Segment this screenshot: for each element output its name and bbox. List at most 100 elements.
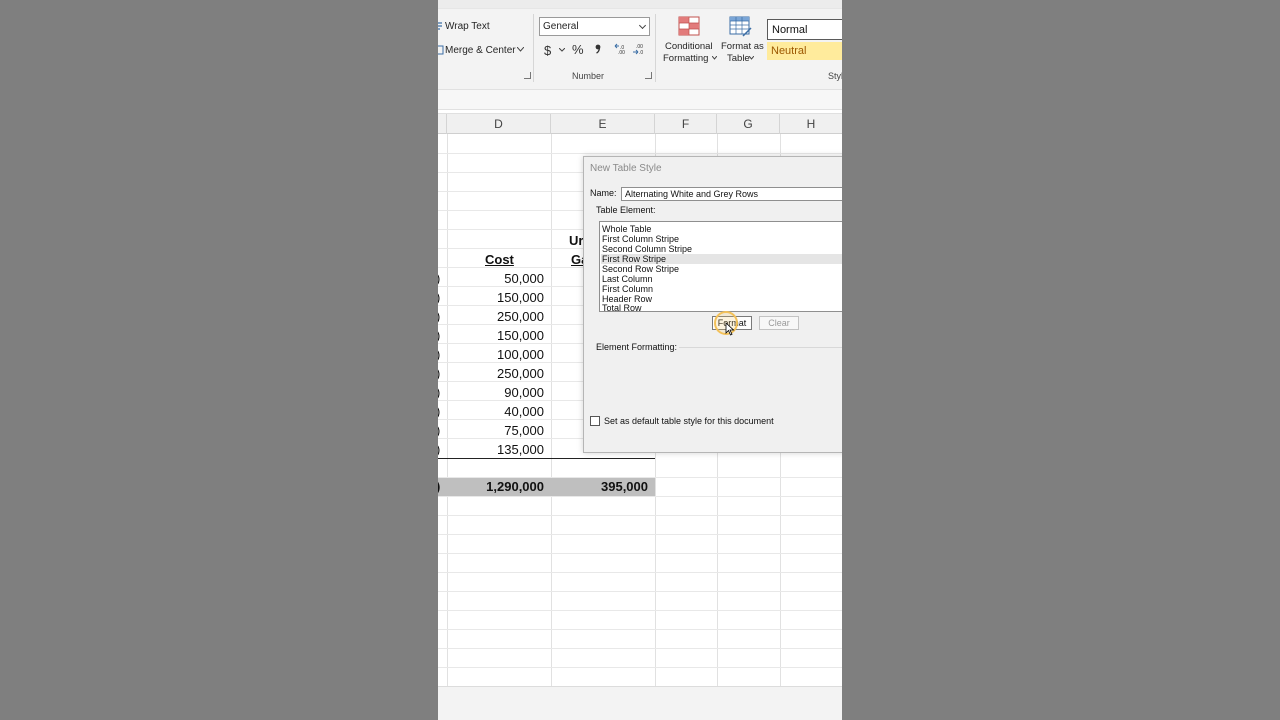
- gridline: [438, 610, 842, 611]
- cut-off-cell[interactable]: ): [438, 309, 440, 324]
- gridline: [438, 534, 842, 535]
- ribbon-tab-strip: [438, 0, 842, 9]
- cost-cell[interactable]: 135,000: [447, 442, 544, 457]
- cost-cell[interactable]: 40,000: [447, 404, 544, 419]
- cost-cell[interactable]: 250,000: [447, 309, 544, 324]
- cell-style-normal-label: Normal: [772, 24, 808, 36]
- column-header-d[interactable]: D: [447, 114, 551, 134]
- chevron-down-icon[interactable]: [559, 48, 565, 52]
- column-header-h[interactable]: H: [780, 114, 842, 134]
- wrap-text-button[interactable]: Wrap Text: [445, 21, 490, 32]
- comma-style-icon[interactable]: [595, 44, 601, 54]
- number-launcher-icon[interactable]: [645, 72, 652, 79]
- cost-cell[interactable]: 250,000: [447, 366, 544, 381]
- cost-cell[interactable]: 150,000: [447, 328, 544, 343]
- mouse-cursor-icon: [725, 322, 735, 336]
- total-gain-cell[interactable]: 395,000: [551, 479, 648, 494]
- status-bar: [438, 686, 842, 720]
- column-header-f[interactable]: F: [655, 114, 717, 134]
- cost-cell[interactable]: 75,000: [447, 423, 544, 438]
- conditional-formatting-icon[interactable]: [678, 16, 700, 36]
- cut-off-cell[interactable]: ): [438, 404, 440, 419]
- table-element-list[interactable]: Whole Table First Column Stripe Second C…: [599, 221, 842, 313]
- gain-header-partial-top: Ur: [569, 233, 584, 248]
- gridline: [438, 553, 842, 554]
- dialog-title: New Table Style: [590, 163, 662, 174]
- clear-button[interactable]: Clear: [759, 316, 799, 330]
- divider: [679, 347, 842, 348]
- gridline: [438, 591, 842, 592]
- excel-window: Wrap Text Merge & Center General $ % .0 …: [438, 0, 842, 720]
- cost-cell[interactable]: 50,000: [447, 271, 544, 286]
- column-header-partial[interactable]: [438, 114, 447, 134]
- column-header-row: D E F G H: [438, 113, 842, 134]
- conditional-formatting-label2[interactable]: Formatting: [663, 53, 708, 64]
- number-format-value: General: [543, 21, 579, 32]
- wrap-text-icon: [438, 22, 442, 30]
- number-format-dropdown[interactable]: General: [539, 17, 650, 36]
- svg-text:.0: .0: [639, 50, 643, 55]
- conditional-formatting-label1[interactable]: Conditional: [665, 41, 713, 52]
- group-separator: [533, 14, 534, 82]
- gridline: [438, 667, 842, 668]
- list-item-selected[interactable]: First Row Stripe: [601, 254, 842, 264]
- name-label: Name:: [590, 188, 617, 198]
- gridline: [438, 629, 842, 630]
- formula-bar[interactable]: [438, 90, 842, 110]
- list-item[interactable]: First Column: [601, 284, 842, 294]
- group-separator: [655, 14, 656, 82]
- default-style-checkbox[interactable]: [590, 416, 600, 426]
- gridline: [438, 496, 842, 497]
- gridline: [438, 153, 842, 154]
- format-as-table-label2[interactable]: Table: [727, 53, 750, 64]
- cut-off-cell[interactable]: ): [438, 423, 440, 438]
- total-cost-cell[interactable]: 1,290,000: [447, 479, 544, 494]
- cut-off-cell[interactable]: ): [438, 442, 440, 457]
- svg-text:.00: .00: [618, 50, 625, 55]
- chevron-down-icon[interactable]: [749, 56, 754, 60]
- new-table-style-dialog: New Table Style Name: Alternating White …: [583, 156, 842, 453]
- column-header-g[interactable]: G: [717, 114, 780, 134]
- merge-center-button[interactable]: Merge & Center: [445, 45, 516, 56]
- chevron-down-icon: [638, 21, 647, 30]
- chevron-down-icon[interactable]: [517, 47, 524, 52]
- list-item[interactable]: Second Column Stripe: [601, 244, 842, 254]
- list-item[interactable]: Second Row Stripe: [601, 264, 842, 274]
- list-item[interactable]: First Column Stripe: [601, 234, 842, 244]
- gridline: [438, 648, 842, 649]
- cut-off-cell[interactable]: ): [438, 328, 440, 343]
- cost-cell[interactable]: 150,000: [447, 290, 544, 305]
- merge-center-icon: [438, 45, 444, 55]
- decrease-decimal-icon[interactable]: .00 .0: [632, 43, 646, 55]
- table-bottom-border: [438, 458, 655, 459]
- column-header-e[interactable]: E: [551, 114, 655, 134]
- element-formatting-label: Element Formatting:: [596, 342, 678, 352]
- cut-off-cell[interactable]: ): [438, 385, 440, 400]
- alignment-launcher-icon[interactable]: [524, 72, 531, 79]
- styles-group-label: Styl: [828, 71, 842, 81]
- cut-off-cell[interactable]: ): [438, 271, 440, 286]
- chevron-down-icon[interactable]: [712, 56, 717, 60]
- gridline: [438, 515, 842, 516]
- list-item[interactable]: Whole Table: [601, 224, 842, 234]
- cut-off-cell[interactable]: ): [438, 366, 440, 381]
- increase-decimal-icon[interactable]: .0 .00: [614, 43, 628, 55]
- cut-off-cell[interactable]: ): [438, 290, 440, 305]
- percent-icon[interactable]: %: [572, 42, 584, 57]
- cut-off-cell[interactable]: ): [438, 347, 440, 362]
- currency-icon[interactable]: $: [544, 43, 551, 58]
- gridline: [438, 572, 842, 573]
- style-name-input[interactable]: Alternating White and Grey Rows: [621, 187, 842, 201]
- format-as-table-icon[interactable]: [729, 16, 753, 38]
- cell-style-normal[interactable]: Normal: [767, 19, 842, 40]
- cell-style-neutral-label: Neutral: [771, 45, 807, 57]
- cell-style-neutral[interactable]: Neutral: [767, 42, 842, 60]
- list-item[interactable]: Last Column: [601, 274, 842, 284]
- format-as-table-label1[interactable]: Format as: [721, 41, 764, 52]
- cost-cell[interactable]: 90,000: [447, 385, 544, 400]
- cut-off-total-cell[interactable]: ): [438, 479, 440, 494]
- table-element-label: Table Element:: [596, 205, 656, 215]
- default-style-label[interactable]: Set as default table style for this docu…: [604, 416, 774, 426]
- cost-cell[interactable]: 100,000: [447, 347, 544, 362]
- cost-header[interactable]: Cost: [485, 252, 514, 267]
